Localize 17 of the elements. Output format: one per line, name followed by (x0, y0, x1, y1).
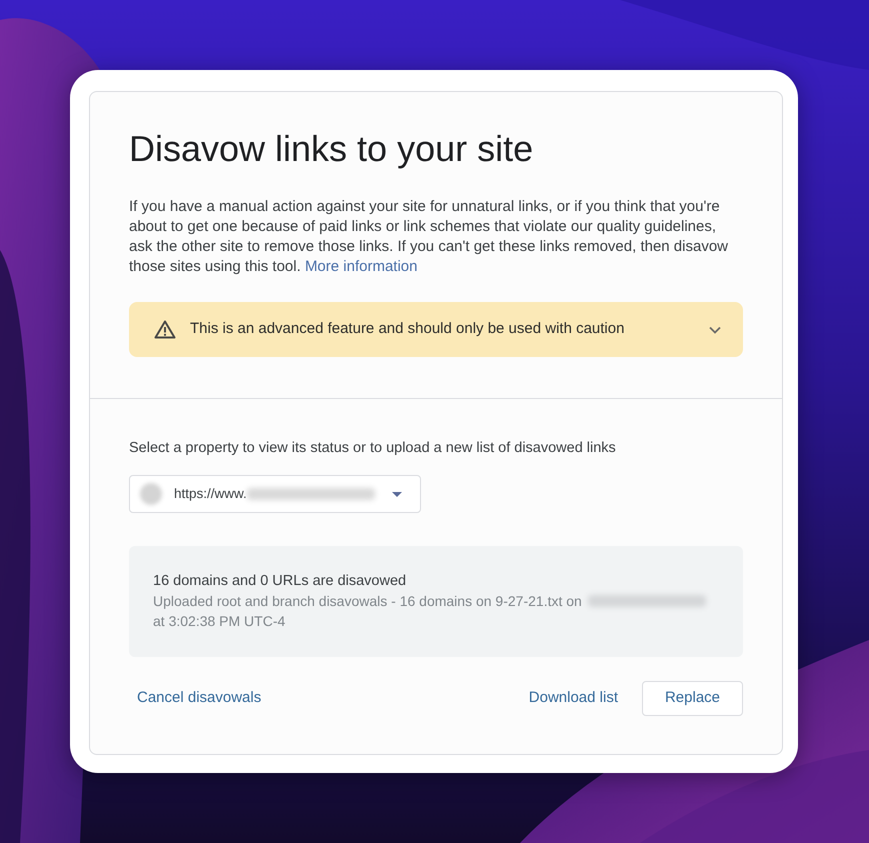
status-detail: Uploaded root and branch disavowals - 16 domains on 9-27-21.txt on (153, 592, 582, 611)
status-detail: at 3:02:38 PM UTC-4 (153, 612, 286, 631)
description-text: If you have a manual action against your site for unnatural links, or if you think that you're about to get one because of paid links or link schemes that violate our quality guidelines, ask the other site to remove those links. If you can't get these links removed, then disavow those sites using this tool. More information (129, 197, 730, 277)
warning-text: This is an advanced feature and should only be used with caution (190, 319, 626, 340)
property-dropdown[interactable]: https://www. (129, 475, 421, 513)
blurred-favicon-icon (140, 483, 162, 505)
status-heading: 16 domains and 0 URLs are disavowed (153, 572, 408, 591)
outlined-button[interactable]: Replace (642, 680, 743, 716)
text-button[interactable]: Download list (520, 680, 626, 716)
more-information-link[interactable]: More information (304, 258, 418, 275)
dropdown-caret-icon (392, 492, 402, 496)
warning-icon (154, 320, 176, 339)
text-button[interactable]: Cancel disavowals (129, 680, 270, 716)
property-prompt: Select a property to view its status or to upload a new list of disavowed links (129, 439, 617, 458)
warning-banner[interactable]: This is an advanced feature and should only be used with caution (129, 302, 743, 357)
chevron-icon[interactable] (709, 326, 721, 334)
page-title: Disavow links to your site (129, 129, 534, 169)
